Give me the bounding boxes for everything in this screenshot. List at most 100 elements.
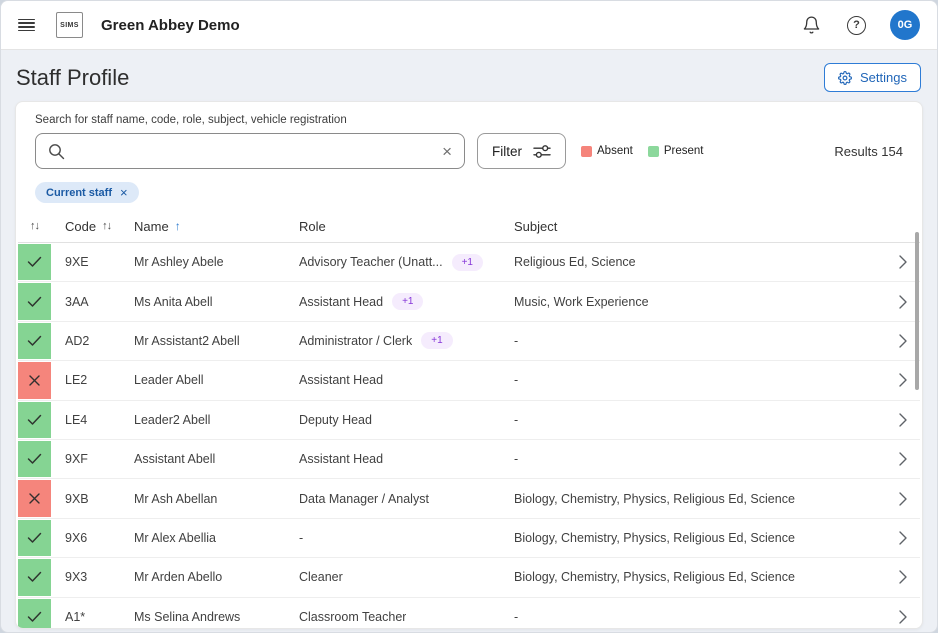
name-header-label: Name bbox=[134, 219, 169, 234]
table-row[interactable]: A1* Ms Selina Andrews Classroom Teacher … bbox=[18, 598, 920, 629]
status-cell bbox=[18, 479, 51, 517]
search-box[interactable]: × bbox=[35, 133, 465, 169]
chevron-right-icon bbox=[899, 531, 907, 545]
table-body: 9XE Mr Ashley Abele Advisory Teacher (Un… bbox=[18, 243, 920, 629]
search-input[interactable] bbox=[75, 144, 442, 159]
settings-label: Settings bbox=[860, 70, 907, 85]
staff-role-cell: Assistant Head +1 bbox=[285, 293, 500, 310]
status-cell bbox=[18, 440, 51, 478]
staff-subject: Biology, Chemistry, Physics, Religious E… bbox=[500, 531, 886, 545]
active-filters-row: Current staff × bbox=[35, 182, 903, 203]
present-check-icon bbox=[27, 256, 42, 268]
row-open-button[interactable] bbox=[886, 570, 920, 584]
staff-role: Administrator / Clerk bbox=[299, 334, 412, 348]
notifications-button[interactable] bbox=[802, 15, 821, 35]
present-check-icon bbox=[27, 335, 42, 347]
attendance-status-badge bbox=[18, 559, 51, 595]
filter-label: Filter bbox=[492, 144, 522, 159]
staff-name: Ms Selina Andrews bbox=[120, 610, 285, 624]
table-row[interactable]: LE2 Leader Abell Assistant Head - bbox=[18, 361, 920, 400]
staff-name: Mr Alex Abellia bbox=[120, 531, 285, 545]
staff-list-card: Search for staff name, code, role, subje… bbox=[15, 101, 923, 629]
table-row[interactable]: AD2 Mr Assistant2 Abell Administrator / … bbox=[18, 322, 920, 361]
table-row[interactable]: 9X6 Mr Alex Abellia - Biology, Chemistry… bbox=[18, 519, 920, 558]
attendance-status-badge bbox=[18, 283, 51, 319]
sims-logo: SIMS bbox=[56, 12, 83, 38]
staff-role-cell: Cleaner bbox=[285, 570, 500, 584]
staff-code: 9X6 bbox=[51, 531, 120, 545]
staff-name: Mr Ash Abellan bbox=[120, 492, 285, 506]
staff-subject: - bbox=[500, 334, 886, 348]
settings-button[interactable]: Settings bbox=[824, 63, 921, 92]
staff-subject: - bbox=[500, 610, 886, 624]
status-cell bbox=[18, 598, 51, 629]
table-header: ↑↓ Code ↑↓ Name ↑ Role Subject bbox=[18, 210, 920, 243]
table-row[interactable]: 9XF Assistant Abell Assistant Head - bbox=[18, 440, 920, 479]
column-header-code[interactable]: Code ↑↓ bbox=[51, 219, 120, 234]
present-swatch-icon bbox=[648, 146, 659, 157]
legend-absent-label: Absent bbox=[597, 145, 633, 157]
table-row[interactable]: 3AA Ms Anita Abell Assistant Head +1 Mus… bbox=[18, 282, 920, 321]
staff-subject: Biology, Chemistry, Physics, Religious E… bbox=[500, 570, 886, 584]
staff-role-cell: Deputy Head bbox=[285, 413, 500, 427]
staff-table: ↑↓ Code ↑↓ Name ↑ Role Subject bbox=[16, 210, 922, 629]
page-header: Staff Profile Settings bbox=[1, 50, 937, 104]
column-header-role[interactable]: Role bbox=[285, 219, 500, 234]
table-row[interactable]: 9XE Mr Ashley Abele Advisory Teacher (Un… bbox=[18, 243, 920, 282]
table-row[interactable]: 9X3 Mr Arden Abello Cleaner Biology, Che… bbox=[18, 558, 920, 597]
status-cell bbox=[18, 401, 51, 439]
filter-button[interactable]: Filter bbox=[477, 133, 566, 169]
table-row[interactable]: LE4 Leader2 Abell Deputy Head - bbox=[18, 401, 920, 440]
chevron-right-icon bbox=[899, 295, 907, 309]
chevron-right-icon bbox=[899, 452, 907, 466]
top-bar: SIMS Green Abbey Demo ? 0G bbox=[1, 1, 937, 50]
chip-remove-icon[interactable]: × bbox=[120, 186, 128, 199]
staff-name: Mr Arden Abello bbox=[120, 570, 285, 584]
column-header-subject[interactable]: Subject bbox=[500, 219, 886, 234]
staff-code: LE4 bbox=[51, 413, 120, 427]
staff-role-cell: Advisory Teacher (Unatt... +1 bbox=[285, 254, 500, 271]
chevron-right-icon bbox=[899, 413, 907, 427]
role-header-label: Role bbox=[299, 219, 326, 234]
staff-name: Ms Anita Abell bbox=[120, 295, 285, 309]
staff-subject: Music, Work Experience bbox=[500, 295, 886, 309]
staff-name: Mr Assistant2 Abell bbox=[120, 334, 285, 348]
attendance-status-badge bbox=[18, 323, 51, 359]
row-open-button[interactable] bbox=[886, 492, 920, 506]
search-row: × Filter Absent Present bbox=[35, 133, 903, 169]
user-avatar[interactable]: 0G bbox=[890, 10, 920, 40]
menu-icon[interactable] bbox=[18, 19, 35, 32]
bell-icon bbox=[802, 15, 821, 35]
legend-present-label: Present bbox=[664, 145, 704, 157]
staff-code: A1* bbox=[51, 610, 120, 624]
staff-code: 9XB bbox=[51, 492, 120, 506]
avatar-initials: 0G bbox=[898, 19, 913, 31]
role-extra-badge: +1 bbox=[421, 332, 452, 349]
staff-subject: - bbox=[500, 452, 886, 466]
status-cell bbox=[18, 243, 51, 281]
filter-chip-current-staff[interactable]: Current staff × bbox=[35, 182, 139, 203]
staff-subject: Biology, Chemistry, Physics, Religious E… bbox=[500, 492, 886, 506]
staff-name: Assistant Abell bbox=[120, 452, 285, 466]
absent-cross-icon bbox=[29, 375, 40, 386]
search-clear-button[interactable]: × bbox=[442, 143, 452, 160]
table-row[interactable]: 9XB Mr Ash Abellan Data Manager / Analys… bbox=[18, 479, 920, 518]
row-open-button[interactable] bbox=[886, 413, 920, 427]
code-header-label: Code bbox=[65, 219, 96, 234]
sliders-icon bbox=[533, 144, 551, 159]
staff-code: 3AA bbox=[51, 295, 120, 309]
column-header-name[interactable]: Name ↑ bbox=[120, 219, 285, 234]
staff-code: 9XF bbox=[51, 452, 120, 466]
row-open-button[interactable] bbox=[886, 452, 920, 466]
table-scrollbar[interactable] bbox=[915, 232, 919, 390]
help-button[interactable]: ? bbox=[847, 16, 866, 35]
present-check-icon bbox=[27, 571, 42, 583]
chevron-right-icon bbox=[899, 255, 907, 269]
row-open-button[interactable] bbox=[886, 531, 920, 545]
column-header-status[interactable]: ↑↓ bbox=[18, 220, 51, 232]
chevron-right-icon bbox=[899, 492, 907, 506]
staff-name: Leader Abell bbox=[120, 373, 285, 387]
row-open-button[interactable] bbox=[886, 610, 920, 624]
staff-role: Cleaner bbox=[299, 570, 343, 584]
attendance-status-badge bbox=[18, 480, 51, 516]
